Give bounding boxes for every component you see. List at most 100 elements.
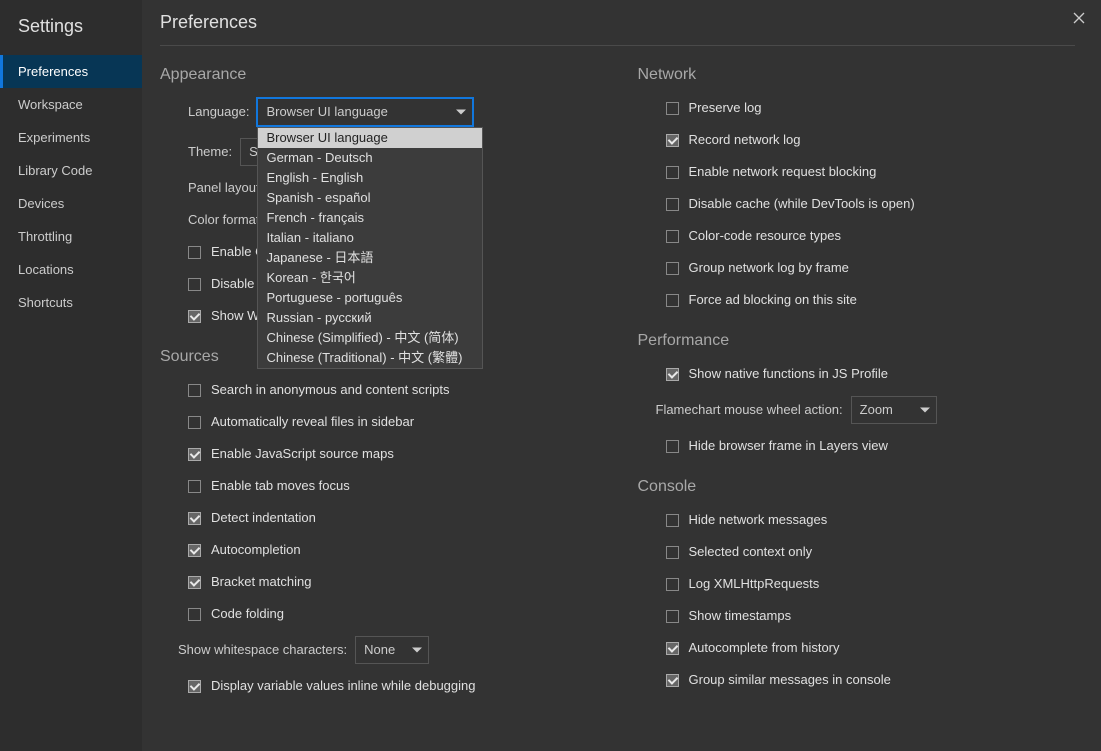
language-option[interactable]: Korean - 한국어: [258, 268, 482, 288]
network-checkbox-2[interactable]: [666, 166, 679, 179]
network-checkbox-5[interactable]: [666, 262, 679, 275]
sources-checkbox-2[interactable]: [188, 448, 201, 461]
perf-native-checkbox[interactable]: [666, 368, 679, 381]
console-label-3[interactable]: Show timestamps: [689, 606, 792, 626]
whitespace-select[interactable]: None: [355, 636, 429, 664]
sources-checkbox-7[interactable]: [188, 608, 201, 621]
console-checkbox-2[interactable]: [666, 578, 679, 591]
settings-main: Preferences Appearance Language: Browser…: [142, 0, 1101, 751]
sidebar-item-experiments[interactable]: Experiments: [0, 121, 142, 154]
sources-row: Detect indentation: [160, 508, 598, 528]
language-option[interactable]: Chinese (Traditional) - 中文 (繁體): [258, 348, 482, 368]
section-performance-title: Performance: [638, 332, 1076, 350]
display-inline-checkbox[interactable]: [188, 680, 201, 693]
network-checkbox-4[interactable]: [666, 230, 679, 243]
console-checkbox-5[interactable]: [666, 674, 679, 687]
flamechart-label: Flamechart mouse wheel action:: [656, 400, 843, 420]
network-label-6[interactable]: Force ad blocking on this site: [689, 290, 857, 310]
language-option[interactable]: Spanish - español: [258, 188, 482, 208]
console-checkbox-4[interactable]: [666, 642, 679, 655]
console-row: Hide network messages: [638, 510, 1076, 530]
network-label-2[interactable]: Enable network request blocking: [689, 162, 877, 182]
network-checkbox-3[interactable]: [666, 198, 679, 211]
sources-checkbox-0[interactable]: [188, 384, 201, 397]
sources-checkbox-5[interactable]: [188, 544, 201, 557]
sources-label-5[interactable]: Autocompletion: [211, 540, 301, 560]
sources-label-0[interactable]: Search in anonymous and content scripts: [211, 380, 449, 400]
flamechart-row: Flamechart mouse wheel action: Zoom: [638, 396, 1076, 424]
sidebar-item-library-code[interactable]: Library Code: [0, 154, 142, 187]
hide-browser-frame-label[interactable]: Hide browser frame in Layers view: [689, 436, 888, 456]
network-checkbox-6[interactable]: [666, 294, 679, 307]
display-inline-label[interactable]: Display variable values inline while deb…: [211, 676, 476, 696]
language-option[interactable]: Russian - русский: [258, 308, 482, 328]
settings-sidebar: Settings Preferences Workspace Experimen…: [0, 0, 142, 751]
sources-row: Enable JavaScript source maps: [160, 444, 598, 464]
language-option[interactable]: French - français: [258, 208, 482, 228]
network-checkbox-1[interactable]: [666, 134, 679, 147]
sidebar-item-devices[interactable]: Devices: [0, 187, 142, 220]
network-label-5[interactable]: Group network log by frame: [689, 258, 849, 278]
console-checkbox-0[interactable]: [666, 514, 679, 527]
sources-row: Bracket matching: [160, 572, 598, 592]
chevron-down-icon: [412, 648, 422, 653]
sources-checkbox-6[interactable]: [188, 576, 201, 589]
sidebar-item-shortcuts[interactable]: Shortcuts: [0, 286, 142, 319]
language-select[interactable]: Browser UI language Browser UI language …: [257, 98, 473, 126]
close-button[interactable]: [1065, 6, 1093, 34]
console-label-2[interactable]: Log XMLHttpRequests: [689, 574, 820, 594]
network-label-0[interactable]: Preserve log: [689, 98, 762, 118]
show-we-checkbox[interactable]: [188, 310, 201, 323]
sources-label-1[interactable]: Automatically reveal files in sidebar: [211, 412, 414, 432]
network-label-4[interactable]: Color-code resource types: [689, 226, 841, 246]
sources-row: Enable tab moves focus: [160, 476, 598, 496]
sources-label-3[interactable]: Enable tab moves focus: [211, 476, 350, 496]
sources-label-4[interactable]: Detect indentation: [211, 508, 316, 528]
network-row: Preserve log: [638, 98, 1076, 118]
console-label-1[interactable]: Selected context only: [689, 542, 813, 562]
whitespace-select-value: None: [364, 642, 395, 657]
sources-label-2[interactable]: Enable JavaScript source maps: [211, 444, 394, 464]
hide-browser-frame-checkbox[interactable]: [666, 440, 679, 453]
language-row: Language: Browser UI language Browser UI…: [160, 98, 598, 126]
console-label-4[interactable]: Autocomplete from history: [689, 638, 840, 658]
network-label-1[interactable]: Record network log: [689, 130, 801, 150]
network-row: Record network log: [638, 130, 1076, 150]
language-option[interactable]: Portuguese - português: [258, 288, 482, 308]
console-checkbox-1[interactable]: [666, 546, 679, 559]
language-option[interactable]: Italian - italiano: [258, 228, 482, 248]
language-option[interactable]: German - Deutsch: [258, 148, 482, 168]
sources-label-7[interactable]: Code folding: [211, 604, 284, 624]
disable-p-checkbox[interactable]: [188, 278, 201, 291]
console-row: Autocomplete from history: [638, 638, 1076, 658]
language-option[interactable]: Browser UI language: [258, 128, 482, 148]
sources-checkbox-3[interactable]: [188, 480, 201, 493]
perf-native-label[interactable]: Show native functions in JS Profile: [689, 364, 888, 384]
console-checkbox-3[interactable]: [666, 610, 679, 623]
enable-c-checkbox[interactable]: [188, 246, 201, 259]
color-format-label: Color format:: [188, 210, 263, 230]
language-dropdown: Browser UI language German - Deutsch Eng…: [257, 127, 483, 369]
section-network-title: Network: [638, 66, 1076, 84]
language-option[interactable]: Japanese - 日本語: [258, 248, 482, 268]
chevron-down-icon: [456, 110, 466, 115]
sidebar-item-throttling[interactable]: Throttling: [0, 220, 142, 253]
sources-checkbox-1[interactable]: [188, 416, 201, 429]
sources-label-6[interactable]: Bracket matching: [211, 572, 311, 592]
console-row: Selected context only: [638, 542, 1076, 562]
language-option[interactable]: Chinese (Simplified) - 中文 (简体): [258, 328, 482, 348]
sidebar-item-locations[interactable]: Locations: [0, 253, 142, 286]
language-option[interactable]: English - English: [258, 168, 482, 188]
console-label-0[interactable]: Hide network messages: [689, 510, 828, 530]
sources-checkbox-4[interactable]: [188, 512, 201, 525]
panel-layout-label: Panel layout:: [188, 178, 263, 198]
console-label-5[interactable]: Group similar messages in console: [689, 670, 891, 690]
perf-native-row: Show native functions in JS Profile: [638, 364, 1076, 384]
sidebar-item-workspace[interactable]: Workspace: [0, 88, 142, 121]
enable-c-label[interactable]: Enable C: [211, 242, 264, 262]
network-label-3[interactable]: Disable cache (while DevTools is open): [689, 194, 915, 214]
theme-label: Theme:: [188, 142, 232, 162]
network-checkbox-0[interactable]: [666, 102, 679, 115]
sidebar-item-preferences[interactable]: Preferences: [0, 55, 142, 88]
flamechart-select[interactable]: Zoom: [851, 396, 937, 424]
